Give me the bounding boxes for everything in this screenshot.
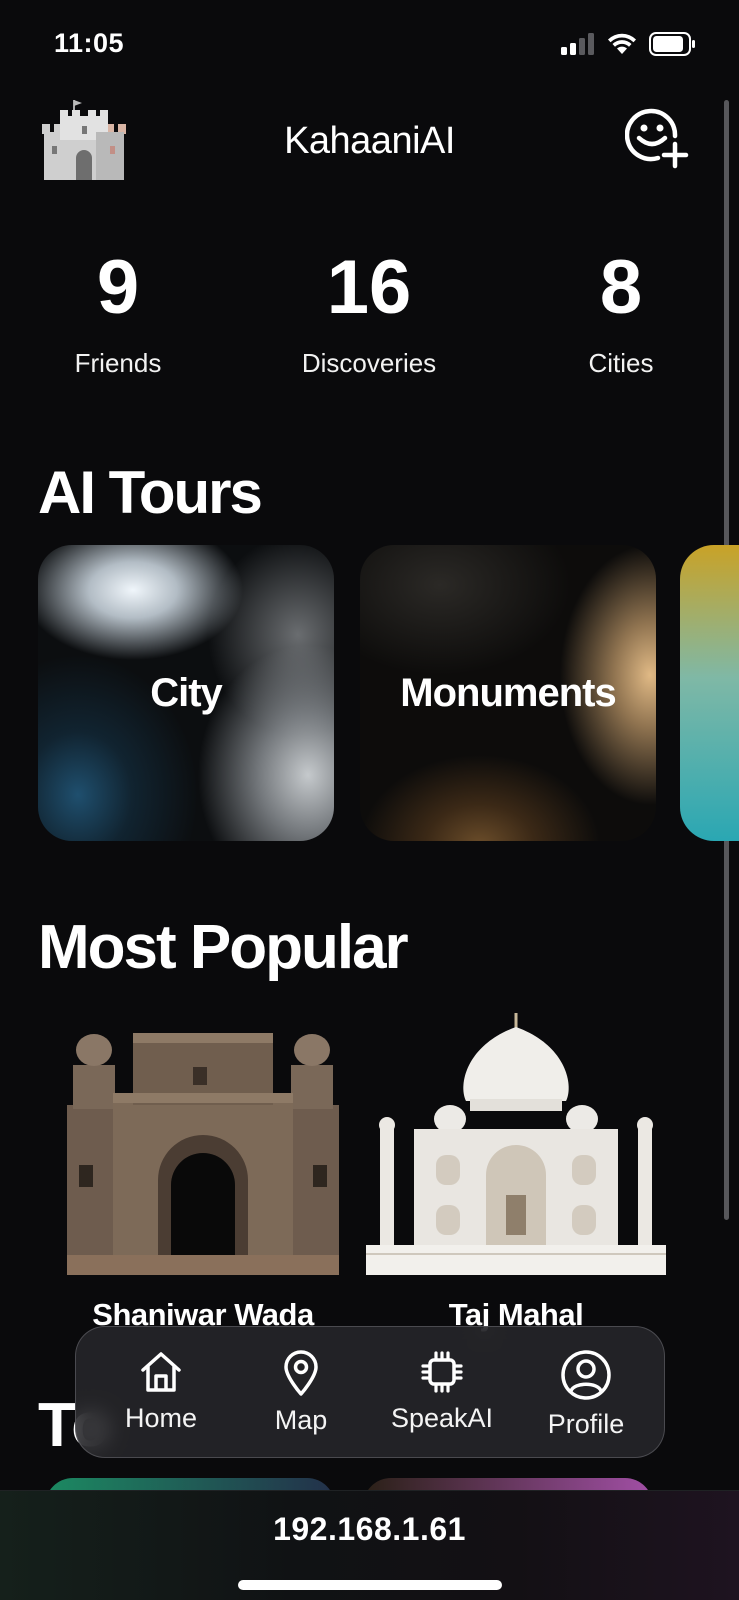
nav-home[interactable]: Home <box>96 1349 226 1434</box>
nav-label: SpeakAI <box>390 1403 494 1433</box>
chip-icon <box>421 1351 463 1393</box>
stat-cities[interactable]: 8 Cities <box>511 240 731 379</box>
popular-item-shaniwar-wada[interactable]: Shaniwar Wada <box>53 1005 353 1332</box>
home-icon <box>141 1352 181 1392</box>
status-bar: 11:05 <box>0 0 739 90</box>
nav-label: Profile <box>547 1409 625 1439</box>
bottom-nav: Home Map SpeakAI Profile <box>75 1326 665 1458</box>
tour-card-label: City <box>150 670 223 715</box>
taj-mahal-image <box>366 1013 666 1275</box>
stat-value: 9 <box>96 245 140 330</box>
url-text[interactable]: 192.168.1.61 <box>0 1511 739 1548</box>
status-time: 11:05 <box>54 28 125 58</box>
battery-icon <box>649 32 695 56</box>
tour-card-partial[interactable] <box>680 545 739 841</box>
nav-profile[interactable]: Profile <box>521 1349 651 1440</box>
signal-icon <box>561 33 594 55</box>
tour-card-monuments[interactable]: Monuments <box>360 545 656 841</box>
stat-friends[interactable]: 9 Friends <box>8 240 228 379</box>
stat-label: Cities <box>588 348 654 378</box>
ai-tours-heading: AI Tours <box>38 459 263 526</box>
wifi-icon <box>608 33 636 54</box>
nav-speakai[interactable]: SpeakAI <box>377 1349 507 1434</box>
status-icons <box>561 32 697 56</box>
ai-tours-carousel[interactable]: City Monuments <box>38 545 739 841</box>
most-popular-list: Shaniwar Wada Taj Mahal <box>0 1005 739 1335</box>
stat-discoveries[interactable]: 16 Discoveries <box>259 240 479 379</box>
app-header: KahaaniAI <box>0 90 739 200</box>
stat-value: 16 <box>326 245 412 330</box>
home-indicator[interactable] <box>238 1580 502 1590</box>
tour-card-label: Monuments <box>400 670 616 715</box>
browser-url-bar[interactable]: 192.168.1.61 <box>0 1490 739 1600</box>
nav-map[interactable]: Map <box>236 1349 366 1436</box>
stat-label: Discoveries <box>301 348 437 378</box>
add-friend-icon[interactable] <box>625 106 689 170</box>
stats-row: 9 Friends 16 Discoveries 8 Cities <box>0 240 739 390</box>
popular-item-taj-mahal[interactable]: Taj Mahal <box>366 1005 666 1332</box>
profile-icon <box>561 1350 611 1400</box>
nav-label: Home <box>124 1403 198 1433</box>
nav-label: Map <box>274 1405 328 1435</box>
most-popular-heading: Most Popular <box>38 913 409 982</box>
shaniwar-wada-image <box>67 1033 339 1275</box>
tour-card-city[interactable]: City <box>38 545 334 841</box>
stat-value: 8 <box>599 245 643 330</box>
stat-label: Friends <box>74 348 162 378</box>
map-pin-icon <box>284 1350 318 1396</box>
